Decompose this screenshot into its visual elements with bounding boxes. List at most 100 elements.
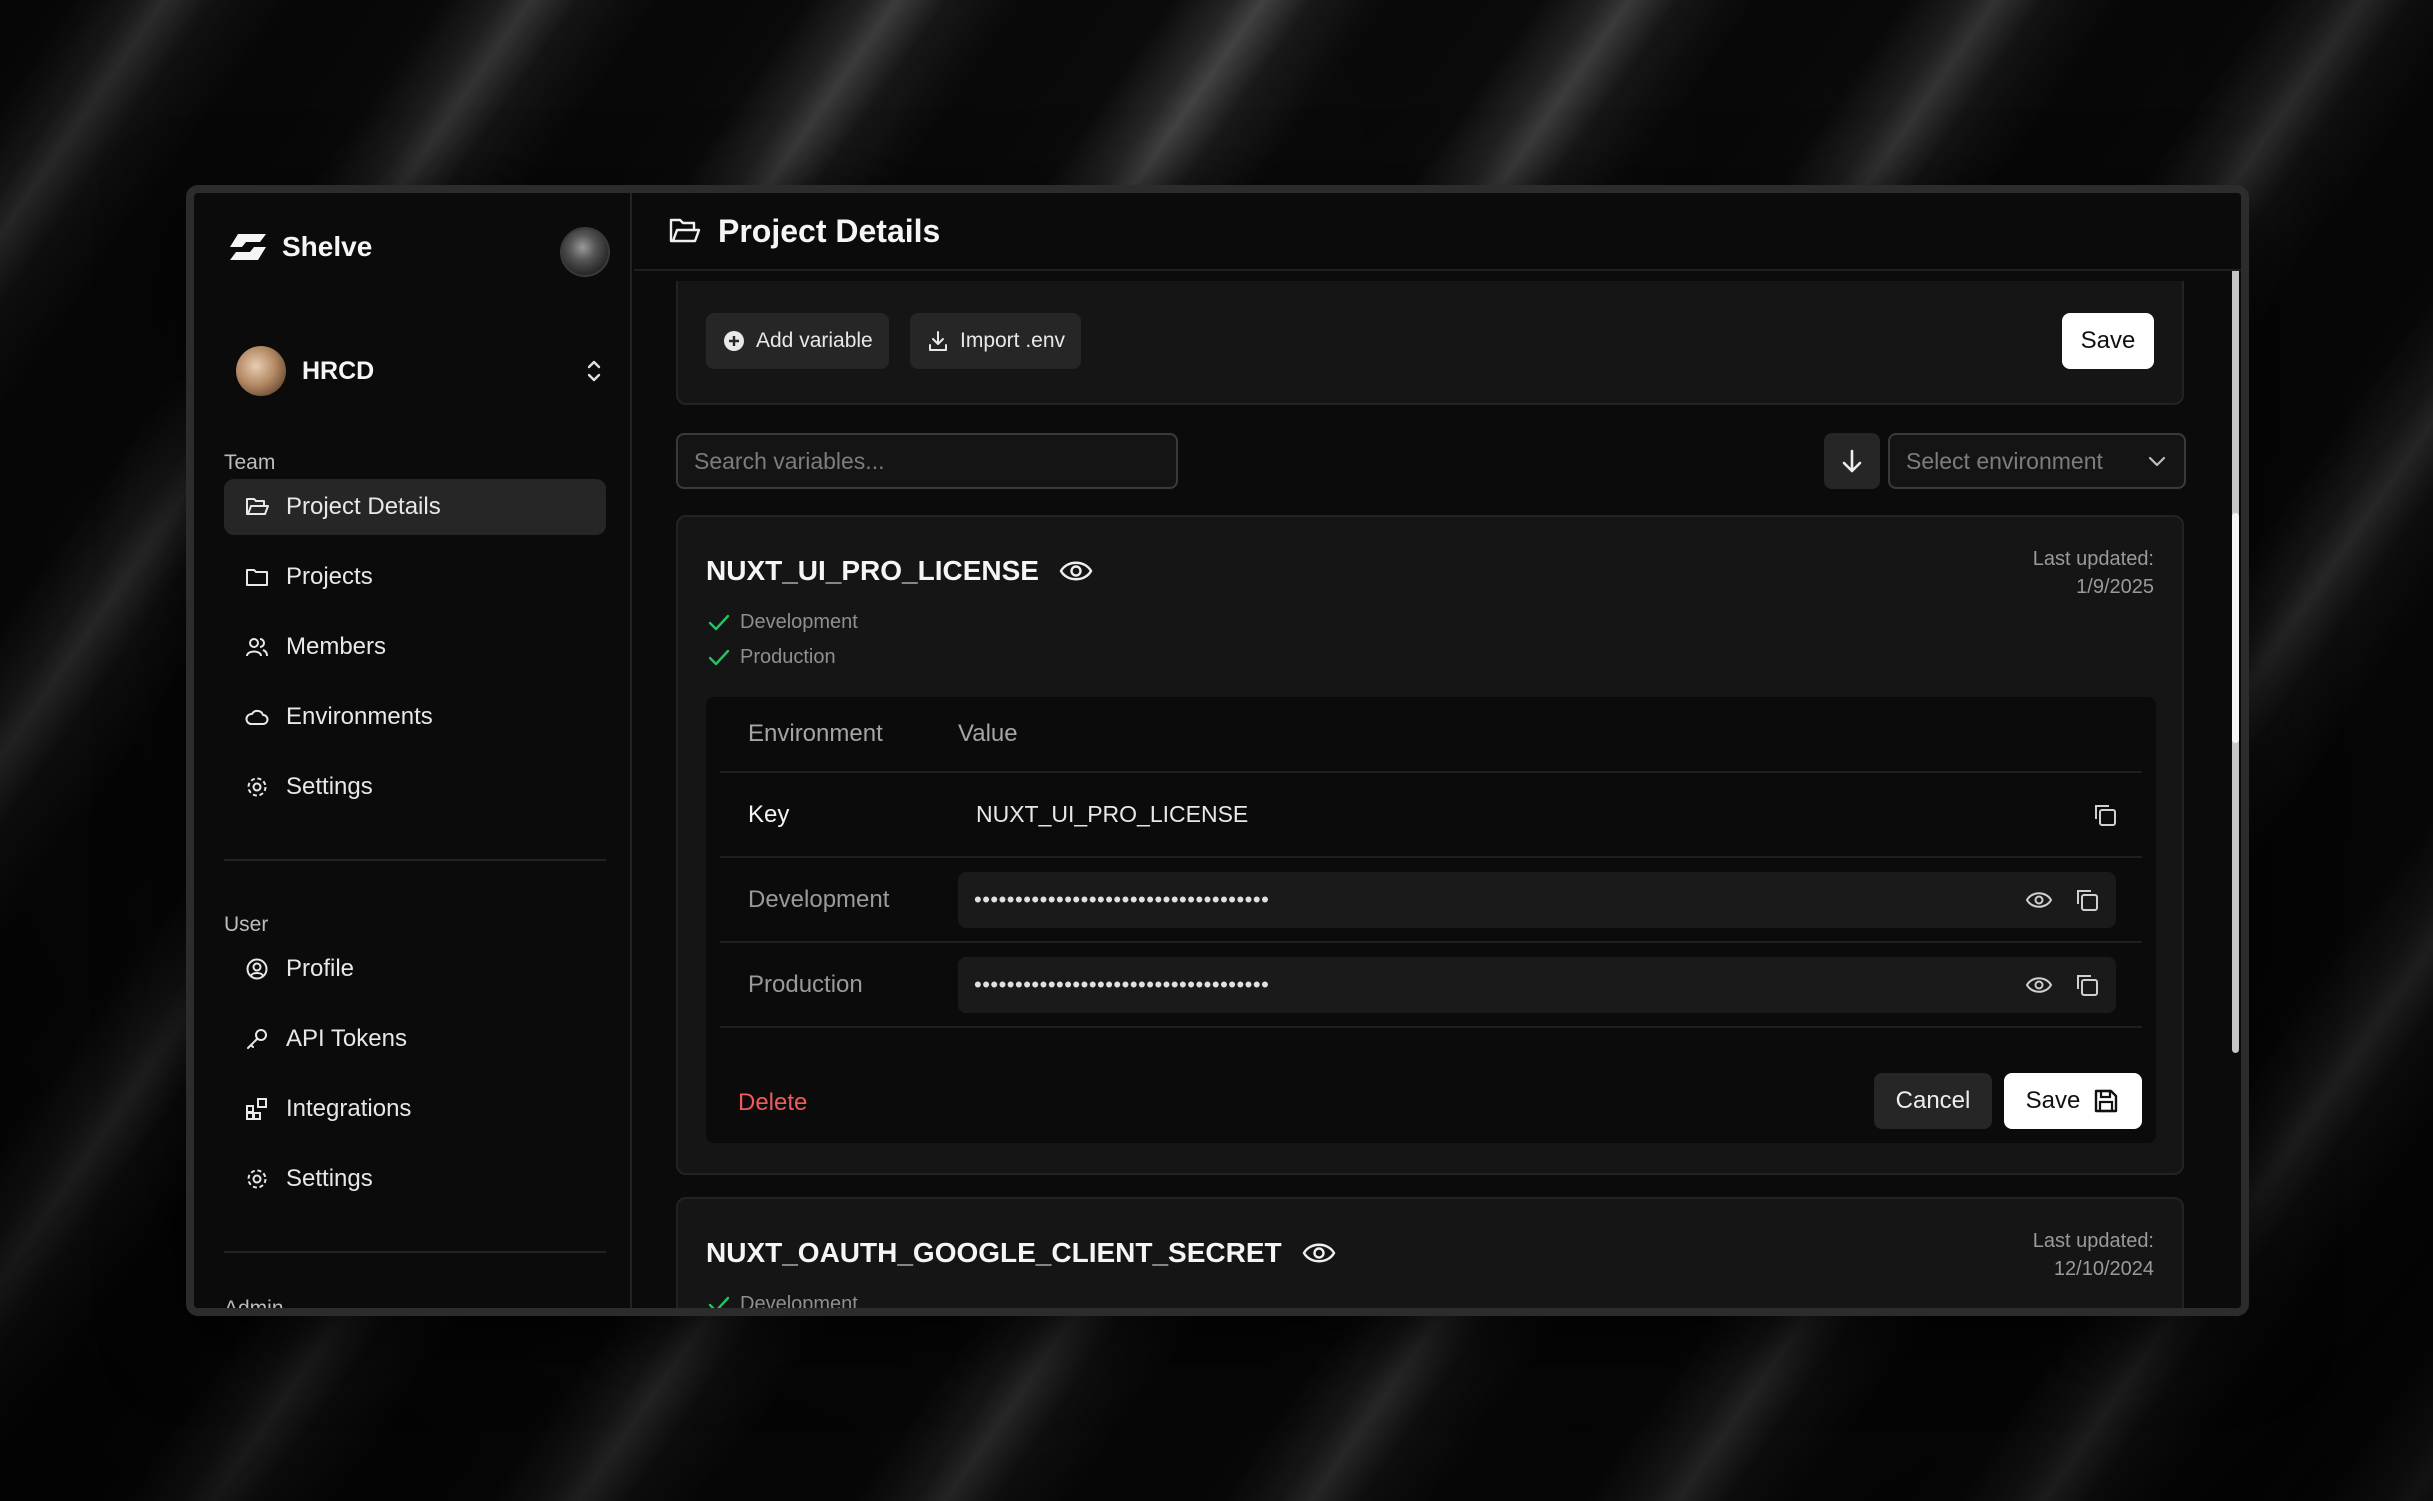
reveal-value-button[interactable]: [2024, 970, 2054, 1000]
copy-icon: [2077, 974, 2098, 996]
table-row: Development ••••••••••••••••••••••••••••…: [720, 858, 2142, 943]
table-row-key: Key NUXT_UI_PRO_LICENSE: [720, 773, 2142, 858]
nav-item-integrations[interactable]: Integrations: [224, 1081, 606, 1137]
app-name: Shelve: [282, 231, 373, 262]
admin-section-label: Admin: [224, 1297, 284, 1316]
variable-card: NUXT_OAUTH_GOOGLE_CLIENT_SECRET Last upd…: [676, 1197, 2184, 1315]
nav-item-label: Projects: [286, 563, 373, 590]
variable-key: NUXT_OAUTH_GOOGLE_CLIENT_SECRET: [706, 1237, 1282, 1268]
masked-value: ••••••••••••••••••••••••••••••••••••: [974, 971, 1270, 997]
nav-item-label: Project Details: [286, 493, 441, 520]
last-updated-date: 12/10/2024: [2053, 1258, 2154, 1280]
column-environment: Environment: [748, 720, 883, 747]
brand[interactable]: Shelve: [228, 231, 372, 263]
table-header: Environment Value: [720, 697, 2142, 773]
variable-title: NUXT_OAUTH_GOOGLE_CLIENT_SECRET: [706, 1237, 1336, 1269]
copy-icon: [2095, 804, 2116, 826]
last-updated: Last updated: 12/10/2024: [2033, 1227, 2154, 1283]
last-updated-label: Last updated:: [2032, 548, 2154, 570]
copy-value-button[interactable]: [2072, 970, 2102, 1000]
page-title: Project Details: [718, 212, 941, 249]
reveal-value-button[interactable]: [2024, 885, 2054, 915]
scrollbar-thumb[interactable]: [2232, 513, 2239, 743]
env-chip-development: Development: [708, 611, 858, 634]
nav-item-label: Settings: [286, 773, 373, 800]
cloud-icon: [245, 709, 269, 725]
user-avatar[interactable]: [560, 227, 610, 277]
import-env-label: Import .env: [960, 329, 1066, 352]
copy-key-button[interactable]: [2090, 800, 2120, 830]
env-chip-development: Development: [708, 1293, 858, 1315]
app-window: Shelve HRCD Team Project Details Project…: [186, 185, 2249, 1316]
users-icon: [246, 638, 268, 657]
team-name: HRCD: [302, 356, 375, 385]
grid-plus-icon: [246, 1098, 267, 1120]
save-label: Save: [2025, 1087, 2081, 1114]
last-updated-label: Last updated:: [2032, 1230, 2154, 1252]
add-variable-label: Add variable: [756, 329, 873, 352]
cancel-button[interactable]: Cancel: [1874, 1073, 1992, 1129]
nav-item-members[interactable]: Members: [224, 619, 606, 675]
last-updated-date: 1/9/2025: [2076, 576, 2154, 598]
nav-item-api-tokens[interactable]: API Tokens: [224, 1011, 606, 1067]
delete-variable-button[interactable]: Delete: [738, 1089, 807, 1117]
team-nav: Project Details Projects Members Environ…: [224, 479, 606, 829]
nav-item-label: API Tokens: [286, 1025, 407, 1052]
env-chip-label: Development: [740, 1293, 858, 1315]
env-chip-production: Production: [708, 646, 836, 669]
key-icon: [247, 1029, 267, 1049]
environment-select[interactable]: Select environment: [1888, 433, 2186, 489]
page-header: Project Details: [634, 193, 2241, 271]
variable-title: NUXT_UI_PRO_LICENSE: [706, 555, 1093, 587]
plus-circle-icon: [724, 331, 744, 351]
user-circle-icon: [246, 958, 268, 980]
sort-button[interactable]: [1824, 433, 1880, 489]
chevron-down-icon: [2148, 456, 2166, 467]
nav-item-label: Profile: [286, 955, 355, 982]
eye-icon[interactable]: [1059, 558, 1093, 584]
copy-value-button[interactable]: [2072, 885, 2102, 915]
nav-item-environments[interactable]: Environments: [224, 689, 606, 745]
nav-item-project-details[interactable]: Project Details: [224, 479, 606, 535]
last-updated: Last updated: 1/9/2025: [2033, 545, 2154, 601]
nav-item-profile[interactable]: Profile: [224, 941, 606, 997]
team-switcher[interactable]: HRCD: [236, 345, 606, 397]
nav-item-label: Environments: [286, 703, 433, 730]
env-chip-label: Production: [740, 646, 836, 668]
nav-item-label: Integrations: [286, 1095, 412, 1122]
env-name: Development: [748, 885, 890, 913]
folder-open-icon: [669, 218, 701, 243]
nav-item-user-settings[interactable]: Settings: [224, 1151, 606, 1207]
column-value: Value: [958, 720, 1018, 747]
shelve-logo-icon: [230, 234, 266, 260]
check-icon: [708, 614, 730, 630]
import-env-button[interactable]: Import .env: [910, 313, 1082, 369]
gear-icon: [247, 1169, 267, 1189]
eye-icon: [2025, 976, 2053, 993]
chevron-up-down-icon: [587, 360, 601, 382]
toolbar-save-button[interactable]: Save: [2062, 313, 2154, 369]
nav-item-projects[interactable]: Projects: [224, 549, 606, 605]
env-name: Production: [748, 970, 863, 998]
nav-item-label: Members: [286, 633, 387, 660]
value-field-production[interactable]: ••••••••••••••••••••••••••••••••••••: [958, 956, 2116, 1013]
search-input[interactable]: [676, 433, 1178, 489]
gear-icon: [247, 777, 267, 797]
variable-key: NUXT_UI_PRO_LICENSE: [706, 555, 1039, 586]
masked-value: ••••••••••••••••••••••••••••••••••••: [974, 886, 1270, 912]
team-avatar: [236, 346, 286, 396]
sidebar-divider: [224, 859, 606, 861]
eye-icon: [2025, 891, 2053, 908]
key-value: NUXT_UI_PRO_LICENSE: [976, 801, 1249, 827]
user-nav: Profile API Tokens Integrations Settings: [224, 941, 606, 1221]
sidebar: Shelve HRCD Team Project Details Project…: [194, 193, 632, 1308]
arrow-down-icon: [1842, 449, 1862, 473]
nav-item-team-settings[interactable]: Settings: [224, 759, 606, 815]
scrollbar[interactable]: [2231, 193, 2241, 1308]
save-variable-button[interactable]: Save: [2004, 1073, 2142, 1129]
add-variable-button[interactable]: Add variable: [706, 313, 889, 369]
user-section-label: User: [224, 913, 269, 936]
eye-icon[interactable]: [1302, 1240, 1336, 1266]
value-field-development[interactable]: ••••••••••••••••••••••••••••••••••••: [958, 871, 2116, 928]
variable-editor: Environment Value Key NUXT_UI_PRO_LICENS…: [706, 697, 2156, 1143]
